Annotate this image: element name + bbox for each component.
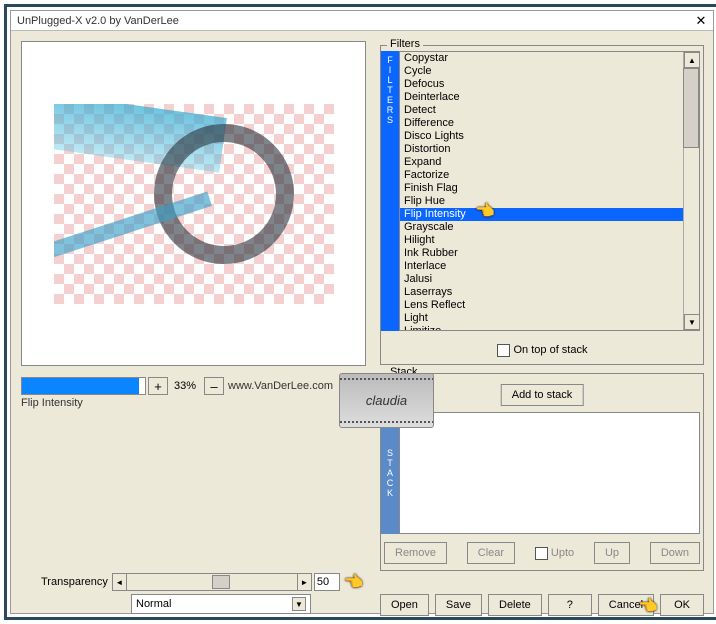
vendor-url: www.VanDerLee.com	[228, 380, 333, 392]
zoom-value: 33%	[174, 380, 196, 392]
chevron-down-icon[interactable]: ▼	[292, 597, 306, 611]
filter-item[interactable]: Jalusi	[400, 273, 699, 286]
filter-item[interactable]: Distortion	[400, 143, 699, 156]
close-icon[interactable]: ✕	[691, 13, 711, 29]
filter-item[interactable]: Difference	[400, 117, 699, 130]
pointer-hand-icon: 👈	[344, 572, 364, 592]
transparency-value[interactable]: 50	[314, 573, 340, 591]
filter-item[interactable]: Deinterlace	[400, 91, 699, 104]
scroll-thumb[interactable]	[683, 68, 699, 148]
filter-item[interactable]: Expand	[400, 156, 699, 169]
filters-group: Filters FILTERS CopystarCycleDefocusDein…	[380, 45, 704, 365]
remove-button[interactable]: Remove	[384, 542, 447, 564]
preview-panel	[21, 41, 366, 366]
up-button[interactable]: Up	[594, 542, 630, 564]
transparency-row: Transparency ◄ ► 50 👈	[41, 572, 366, 592]
delete-button[interactable]: Delete	[488, 594, 542, 616]
filter-item[interactable]: Ink Rubber	[400, 247, 699, 260]
current-filter-label: Flip Intensity	[21, 397, 83, 409]
filter-item[interactable]: Finish Flag	[400, 182, 699, 195]
cancel-button[interactable]: Cancel	[598, 594, 654, 616]
filters-list[interactable]: CopystarCycleDefocusDeinterlaceDetectDif…	[399, 51, 700, 331]
filter-item[interactable]: Flip Hue	[400, 195, 699, 208]
filter-item[interactable]: Interlace	[400, 260, 699, 273]
stack-side-label: STACK	[381, 412, 399, 534]
zoom-in-button[interactable]: +	[148, 377, 168, 395]
filter-item[interactable]: Disco Lights	[400, 130, 699, 143]
blend-row: Normal ▼	[131, 594, 311, 614]
progress-bar[interactable]	[21, 377, 146, 395]
filter-item[interactable]: Hilight	[400, 234, 699, 247]
zoom-row: + 33% – www.VanDerLee.com	[21, 375, 366, 397]
on-top-checkbox[interactable]	[497, 344, 510, 357]
watermark-badge: claudia	[339, 373, 434, 428]
scroll-down-icon[interactable]: ▼	[684, 314, 700, 330]
slider-right-icon[interactable]: ►	[297, 574, 311, 590]
scroll-up-icon[interactable]: ▲	[684, 52, 700, 68]
filter-item[interactable]: Grayscale	[400, 221, 699, 234]
on-top-label: On top of stack	[514, 344, 588, 356]
dialog-window: UnPlugged-X v2.0 by VanDerLee ✕ + 33% – …	[10, 10, 714, 614]
filter-item[interactable]: Cycle	[400, 65, 699, 78]
filter-item[interactable]: Laserrays	[400, 286, 699, 299]
open-button[interactable]: Open	[380, 594, 429, 616]
clear-button[interactable]: Clear	[467, 542, 515, 564]
filter-item[interactable]: Defocus	[400, 78, 699, 91]
transparency-label: Transparency	[41, 576, 108, 588]
filter-item[interactable]: Light	[400, 312, 699, 325]
filter-item[interactable]: Flip Intensity👈	[400, 208, 699, 221]
filter-item[interactable]: Limitize	[400, 325, 699, 331]
filters-legend: Filters	[387, 38, 423, 50]
slider-thumb[interactable]	[212, 575, 230, 589]
preview-image[interactable]	[54, 104, 334, 304]
slider-left-icon[interactable]: ◄	[113, 574, 127, 590]
filter-item[interactable]: Detect	[400, 104, 699, 117]
filters-scrollbar[interactable]: ▲ ▼	[683, 52, 699, 330]
save-button[interactable]: Save	[435, 594, 482, 616]
upto-label: Upto	[551, 547, 574, 559]
ok-button[interactable]: OK	[660, 594, 704, 616]
titlebar: UnPlugged-X v2.0 by VanDerLee ✕	[11, 11, 713, 31]
help-button[interactable]: ?	[548, 594, 592, 616]
filter-item[interactable]: Factorize	[400, 169, 699, 182]
add-to-stack-button[interactable]: Add to stack	[501, 384, 584, 406]
blend-mode-select[interactable]: Normal ▼	[131, 594, 311, 614]
transparency-slider[interactable]: ◄ ►	[112, 573, 312, 591]
bottom-button-row: Open Save Delete ? Cancel OK 👈	[380, 594, 704, 616]
blend-mode-value: Normal	[136, 598, 171, 610]
down-button[interactable]: Down	[650, 542, 700, 564]
zoom-out-button[interactable]: –	[204, 377, 224, 395]
filter-item[interactable]: Lens Reflect	[400, 299, 699, 312]
filters-side-label: FILTERS	[381, 51, 399, 331]
window-title: UnPlugged-X v2.0 by VanDerLee	[17, 15, 179, 27]
stack-list[interactable]	[399, 412, 700, 534]
upto-checkbox[interactable]	[535, 547, 548, 560]
filter-item[interactable]: Copystar	[400, 52, 699, 65]
